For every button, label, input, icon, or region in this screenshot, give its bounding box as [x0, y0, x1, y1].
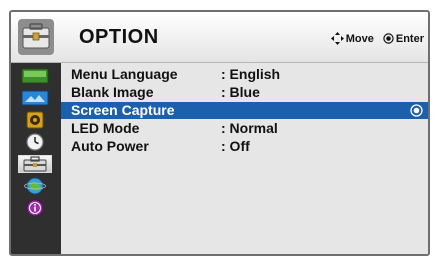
sidebar-item-audio[interactable] — [18, 111, 52, 129]
sidebar-item-option[interactable] — [18, 155, 52, 173]
sidebar-item-picture[interactable] — [18, 67, 52, 85]
menu-item-blank-image[interactable]: Blank Image : Blue — [61, 84, 428, 101]
menu-item-label: Menu Language — [71, 66, 178, 82]
page-title: OPTION — [79, 26, 159, 48]
menu-item-value: : Off — [221, 138, 250, 154]
category-sidebar — [11, 63, 61, 254]
menu-item-menu-language[interactable]: Menu Language : English — [61, 66, 428, 83]
enter-hint-label: Enter — [395, 32, 424, 45]
sidebar-item-info[interactable] — [18, 199, 52, 217]
sidebar-item-screen[interactable] — [18, 89, 52, 107]
menu-item-label: Blank Image — [71, 84, 154, 100]
menu-item-screen-capture[interactable]: Screen Capture — [61, 102, 428, 119]
menu-item-value: : Normal — [221, 120, 278, 136]
toolbox-icon — [23, 156, 47, 172]
sidebar-item-input[interactable] — [18, 177, 52, 195]
toolbox-icon — [18, 19, 54, 55]
picture-icon — [21, 68, 49, 84]
menu-item-label: Auto Power — [71, 138, 149, 154]
move-hint: Move — [330, 32, 374, 45]
menu-item-led-mode[interactable]: LED Mode : Normal — [61, 120, 428, 137]
sidebar-item-time[interactable] — [18, 133, 52, 151]
move-arrows-icon — [330, 32, 344, 45]
menu-item-auto-power[interactable]: Auto Power : Off — [61, 138, 428, 155]
clock-icon — [26, 133, 44, 151]
enter-hint: Enter — [383, 33, 424, 45]
screen-icon — [21, 90, 49, 106]
speaker-icon — [26, 111, 44, 129]
move-hint-label: Move — [345, 32, 374, 45]
menu-item-label: Screen Capture — [71, 102, 175, 118]
menu-item-value: : Blue — [221, 84, 260, 100]
info-icon — [26, 199, 44, 217]
key-hints: Move Enter — [322, 32, 424, 45]
globe-icon — [24, 177, 46, 195]
menu-item-label: LED Mode — [71, 120, 140, 136]
option-menu-window: OPTION Move Enter Menu Language: Englis… — [9, 10, 430, 256]
menu-list: Menu Language : English Blank Image : Bl… — [61, 63, 428, 254]
menu-header: OPTION Move Enter — [11, 12, 428, 63]
enter-dot-icon — [383, 33, 394, 44]
enter-dot-icon — [410, 104, 423, 117]
menu-item-value: : English — [221, 66, 281, 82]
